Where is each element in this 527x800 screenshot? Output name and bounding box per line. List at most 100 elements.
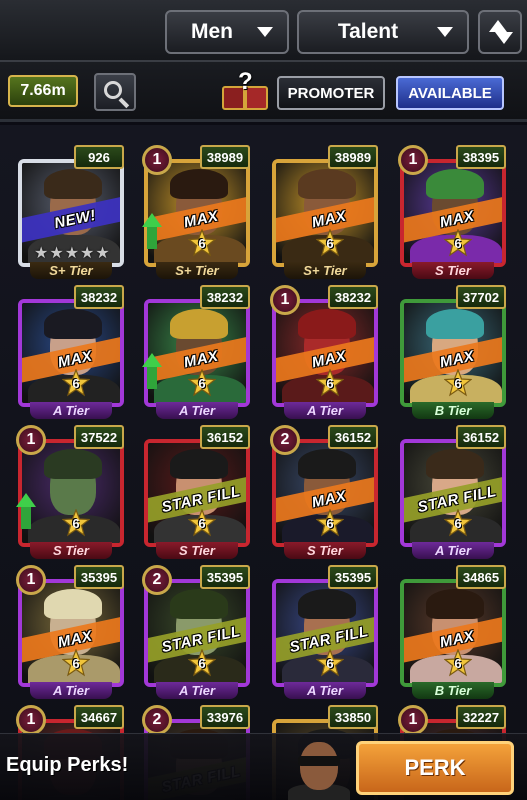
star-level-number: 6 (326, 516, 334, 531)
upgrade-arrow-icon (16, 493, 36, 529)
star-level-icon: 6 (188, 369, 216, 397)
category-filter-label: Talent (337, 20, 399, 43)
card-frame: MAX 6 (272, 299, 378, 407)
category-filter-dropdown[interactable]: Talent (297, 10, 469, 54)
perk-button[interactable]: PERK (356, 741, 514, 795)
tier-label: A Tier (284, 402, 366, 419)
chevron-down-icon (257, 27, 273, 37)
superstar-card[interactable]: STAR FILL 6 36152 S Tier (142, 425, 254, 559)
superstar-card[interactable]: MAX 6 38232 1 A Tier (270, 285, 382, 419)
card-frame: MAX 6 (400, 299, 506, 407)
card-frame: MAX 6 (400, 159, 506, 267)
superstar-card[interactable]: STAR FILL 6 36152 A Tier (398, 425, 510, 559)
rank-badge: 2 (142, 565, 172, 595)
help-book-icon[interactable]: ? (222, 68, 268, 112)
card-frame: STAR FILL 6 (144, 579, 250, 687)
rank-badge: 1 (398, 705, 428, 735)
card-frame: MAX 6 (400, 579, 506, 687)
star-level-icon: 6 (188, 229, 216, 257)
star-level-number: 6 (454, 376, 462, 391)
search-icon (104, 81, 122, 99)
tier-label: S Tier (156, 542, 238, 559)
power-badge: 38232 (74, 285, 124, 309)
superstar-card[interactable]: MAX 6 34865 B Tier (398, 565, 510, 699)
star-level-icon: 6 (62, 369, 90, 397)
superstar-card[interactable]: STAR FILL 6 35395 A Tier (270, 565, 382, 699)
star-level-number: 6 (198, 236, 206, 251)
power-badge: 34667 (74, 705, 124, 729)
power-badge: 38232 (328, 285, 378, 309)
star-level-number: 6 (198, 516, 206, 531)
rank-badge: 1 (16, 565, 46, 595)
power-badge: 38989 (328, 145, 378, 169)
star-level-icon: 6 (188, 649, 216, 677)
star-level-number: 6 (326, 656, 334, 671)
star-level-number: 6 (198, 376, 206, 391)
power-badge: 32227 (456, 705, 506, 729)
power-badge: 36152 (328, 425, 378, 449)
rank-badge: 2 (270, 425, 300, 455)
superstar-card[interactable]: MAX 6 38232 A Tier (142, 285, 254, 419)
power-badge: 38232 (200, 285, 250, 309)
star-level-number: 6 (198, 656, 206, 671)
card-frame: STAR FILL 6 (400, 439, 506, 547)
superstar-card[interactable]: MAX 6 38395 1 S Tier (398, 145, 510, 279)
superstar-card[interactable]: STAR FILL 6 35395 2 A Tier (142, 565, 254, 699)
tier-label: S Tier (412, 262, 494, 279)
superstar-card[interactable]: MAX 6 37702 B Tier (398, 285, 510, 419)
power-badge: 36152 (200, 425, 250, 449)
tier-label: B Tier (412, 682, 494, 699)
power-badge: 38989 (200, 145, 250, 169)
star-level-icon: 6 (316, 229, 344, 257)
superstar-card[interactable]: MAX 6 36152 2 S Tier (270, 425, 382, 559)
card-frame: MAX 6 (272, 439, 378, 547)
star-level-number: 6 (72, 656, 80, 671)
card-frame: NEW! ★ ★ ★ ★ ★ (18, 159, 124, 267)
power-badge: 33850 (328, 705, 378, 729)
tier-label: S Tier (284, 542, 366, 559)
upgrade-arrow-icon (142, 213, 162, 249)
superstar-card[interactable]: MAX 6 38989 1 S+ Tier (142, 145, 254, 279)
rank-badge: 1 (16, 705, 46, 735)
star-level-number: 6 (72, 516, 80, 531)
search-button[interactable] (94, 73, 136, 111)
superstar-card[interactable]: MAX 6 35395 1 A Tier (16, 565, 128, 699)
upgrade-arrow-icon (142, 353, 162, 389)
tier-label: B Tier (412, 402, 494, 419)
tier-label: A Tier (30, 402, 112, 419)
currency-badge: 7.66m (8, 75, 78, 107)
rank-badge: 1 (398, 145, 428, 175)
star-level-number: 6 (454, 236, 462, 251)
top-bar: Men Talent (0, 0, 527, 62)
toolbar: 7.66m ? PROMOTER AVAILABLE (0, 62, 527, 122)
rank-badge: 1 (270, 285, 300, 315)
tier-label: S+ Tier (156, 262, 238, 279)
tier-label: A Tier (412, 542, 494, 559)
tier-label: S+ Tier (284, 262, 366, 279)
promoter-button[interactable]: PROMOTER (277, 76, 385, 110)
rank-badge: 1 (16, 425, 46, 455)
power-badge: 35395 (328, 565, 378, 589)
star-level-icon: 6 (316, 509, 344, 537)
superstar-card[interactable]: MAX 6 38232 A Tier (16, 285, 128, 419)
available-button[interactable]: AVAILABLE (396, 76, 504, 110)
gender-filter-dropdown[interactable]: Men (165, 10, 289, 54)
tier-label: A Tier (156, 402, 238, 419)
tier-label: A Tier (156, 682, 238, 699)
power-badge: 34865 (456, 565, 506, 589)
star-level-icon: 6 (62, 509, 90, 537)
star-level-number: 6 (326, 376, 334, 391)
tier-label: S+ Tier (30, 262, 112, 279)
superstar-grid: NEW! ★ ★ ★ ★ ★ 926 S+ Tier MAX 6 38989 1 S+ Tier MAX 6… (0, 125, 527, 800)
power-badge: 926 (74, 145, 124, 169)
superstar-card[interactable]: NEW! ★ ★ ★ ★ ★ 926 S+ Tier (16, 145, 128, 279)
card-frame: STAR FILL 6 (144, 439, 250, 547)
superstar-card[interactable]: MAX 6 38989 S+ Tier (270, 145, 382, 279)
promo-portrait (282, 736, 352, 800)
star-level-icon: 6 (444, 369, 472, 397)
star-level-icon: 6 (444, 229, 472, 257)
superstar-card[interactable]: 6 37522 1 S Tier (16, 425, 128, 559)
star-level-icon: 6 (316, 369, 344, 397)
power-badge: 36152 (456, 425, 506, 449)
sort-order-button[interactable] (478, 10, 522, 54)
